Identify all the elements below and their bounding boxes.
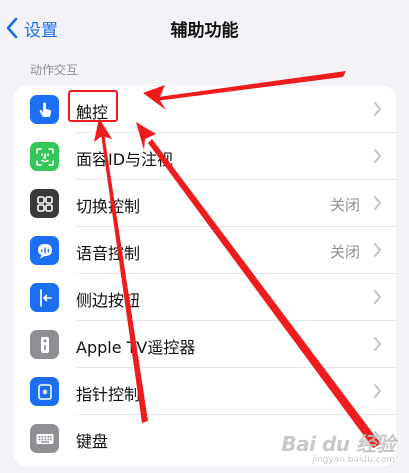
tv-remote-icon — [30, 330, 59, 359]
watermark: Bai du 经验 jingyan.baidu.com — [281, 428, 395, 465]
row-label: 语音控制 — [76, 244, 141, 263]
watermark-brand: Bai du 经验 — [281, 432, 395, 456]
row-label: 切换控制 — [76, 197, 141, 216]
hand-touch-icon — [30, 95, 59, 124]
row-pointer-control[interactable]: 指针控制 — [14, 368, 396, 415]
navigation-bar: 设置 辅助功能 — [0, 0, 409, 56]
chevron-right-icon — [374, 384, 381, 398]
switch-control-icon — [30, 189, 59, 218]
row-label: 面容ID与注视 — [76, 150, 174, 169]
row-side-button[interactable]: 侧边按钮 — [14, 274, 396, 321]
row-label: Apple TV遥控器 — [76, 338, 196, 357]
row-face-id-attention[interactable]: 面容ID与注视 — [14, 133, 396, 180]
chevron-right-icon — [374, 337, 381, 351]
chevron-right-icon — [374, 102, 381, 116]
row-switch-control[interactable]: 切换控制 关闭 — [14, 180, 396, 227]
chevron-right-icon — [374, 196, 381, 210]
row-label: 侧边按钮 — [76, 291, 141, 310]
row-label: 键盘 — [76, 432, 109, 451]
page-title: 辅助功能 — [170, 21, 239, 41]
row-value: 关闭 — [329, 243, 360, 261]
keyboard-icon — [30, 424, 59, 453]
voice-control-icon — [30, 236, 59, 265]
chevron-right-icon — [374, 290, 381, 304]
side-button-icon — [30, 283, 59, 312]
highlight-box — [68, 90, 118, 122]
chevron-right-icon — [374, 149, 381, 163]
row-voice-control[interactable]: 语音控制 关闭 — [14, 227, 396, 274]
pointer-control-icon — [30, 377, 59, 406]
chevron-right-icon — [374, 243, 381, 257]
section-header: 动作交互 — [30, 63, 79, 77]
row-apple-tv-remote[interactable]: Apple TV遥控器 — [14, 321, 396, 368]
settings-group: 触控 面容ID与注视 切换控制 关闭 语音控制 关闭 侧边按钮 Apple TV… — [14, 86, 396, 466]
face-id-icon — [30, 142, 59, 171]
row-value: 关闭 — [329, 196, 360, 214]
row-label: 指针控制 — [76, 385, 141, 404]
